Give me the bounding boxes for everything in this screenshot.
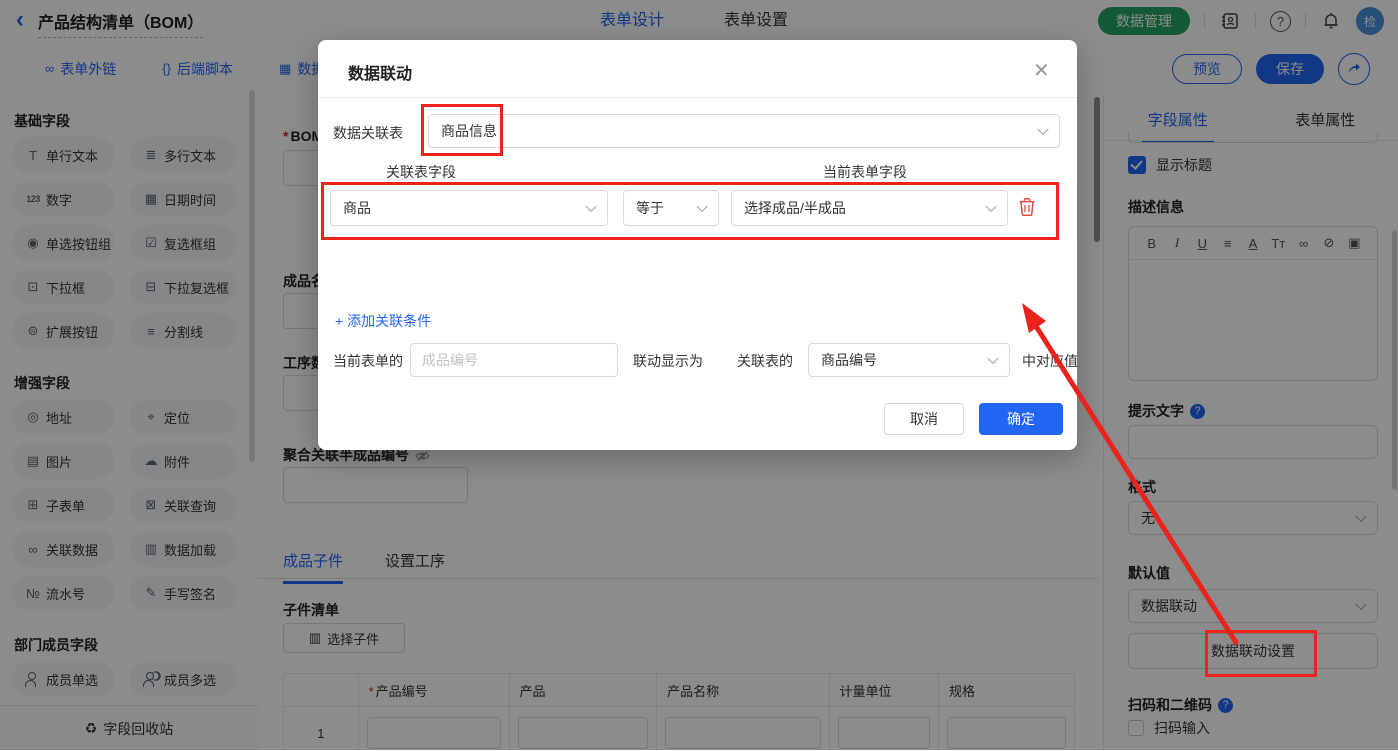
add-condition-link[interactable]: + 添加关联条件 <box>335 311 431 331</box>
relation-table-label: 数据关联表 <box>333 123 403 143</box>
current-form-column-header: 当前表单字段 <box>823 162 907 182</box>
modal-title: 数据联动 <box>348 60 412 84</box>
relation-field-select[interactable]: 商品 <box>330 190 608 226</box>
relation-of-label: 关联表的 <box>737 351 793 371</box>
cancel-button[interactable]: 取消 <box>884 403 964 435</box>
relation-table-select[interactable]: 商品信息 <box>428 114 1060 148</box>
relation-display-field-select[interactable]: 商品编号 <box>808 343 1010 377</box>
relation-table-value: 商品信息 <box>441 123 497 139</box>
chevron-down-icon <box>985 201 996 212</box>
chevron-down-icon <box>696 201 707 212</box>
relation-display-field-value: 商品编号 <box>821 352 877 368</box>
operator-value: 等于 <box>636 200 664 216</box>
current-form-field-select[interactable]: 选择成品/半成品 <box>731 190 1008 226</box>
data-linkage-modal: 数据联动 ✕ 数据关联表 商品信息 关联表字段 当前表单字段 商品 等于 选择成… <box>318 40 1077 450</box>
operator-select[interactable]: 等于 <box>623 190 719 226</box>
relation-field-column-header: 关联表字段 <box>386 162 456 182</box>
relation-field-value: 商品 <box>343 200 371 216</box>
display-as-label: 联动显示为 <box>633 351 703 371</box>
confirm-button[interactable]: 确定 <box>979 403 1063 435</box>
delete-condition-icon[interactable] <box>1018 197 1036 222</box>
chevron-down-icon <box>1037 124 1048 135</box>
corresponding-value-label: 中对应值 <box>1022 351 1077 371</box>
current-field-input[interactable] <box>410 343 618 377</box>
close-icon[interactable]: ✕ <box>1033 58 1050 83</box>
current-form-of-label: 当前表单的 <box>333 351 403 371</box>
chevron-down-icon <box>987 353 998 364</box>
modal-divider <box>318 97 1077 98</box>
chevron-down-icon <box>585 201 596 212</box>
current-form-field-value: 选择成品/半成品 <box>744 200 846 216</box>
